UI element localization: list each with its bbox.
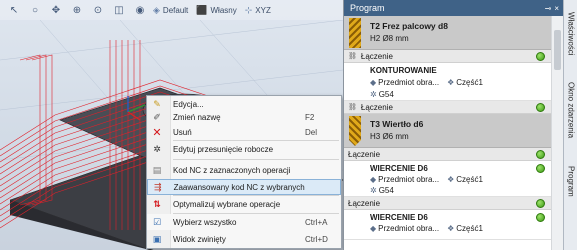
menu-item-advanced-nc[interactable]: ⇶ Zaawansowany kod NC z wybranych [147,179,341,195]
work-offset-icon: ✲ [370,186,377,195]
menu-item-shortcut: Ctrl+D [305,234,328,244]
menu-separator [173,159,339,160]
pin-icon[interactable]: ⊸ [545,4,552,13]
pan-icon[interactable]: ✥ [48,2,64,18]
rename-icon: ✐ [153,111,161,122]
menu-item-select-all[interactable]: ☑ Wybierz wszystko Ctrl+A [147,214,341,230]
tab-event-window[interactable]: Okno zdarzenia [564,70,577,150]
workpiece-icon: ◆ [370,78,377,87]
view-default-button[interactable]: ◈ Default [153,5,188,16]
zoom-in-icon[interactable]: ⊕ [69,2,85,18]
program-panel: Program ⊸ × T2 Frez palcowy d8 H2 Ø8 mm … [343,0,563,250]
collapsed-view-icon: ▣ [152,233,162,244]
advanced-nc-icon: ⇶ [154,181,162,192]
program-tree: T2 Frez palcowy d8 H2 Ø8 mm ⛓ Łączenie K… [344,16,551,250]
link-row[interactable]: ⛓ Łączenie [344,50,551,63]
tool-header[interactable]: T2 Frez palcowy d8 H2 Ø8 mm [344,16,551,50]
scrollbar-thumb[interactable] [554,30,561,70]
context-menu: ✎ Edycja... ✐ Zmień nazwę F2 ✕ Usuń Del … [146,95,342,249]
status-ok-icon [536,199,545,208]
part-icon: ❖ [447,224,455,233]
view-cube-icon[interactable]: ◫ [111,2,127,18]
cube-icon: ◈ [153,4,160,15]
tab-properties[interactable]: Właściwości [564,4,577,64]
camera-icon: ⬛ [196,4,208,15]
link-icon: ⛓ [348,104,357,111]
view-custom-button[interactable]: ⬛ Własny [196,5,236,16]
panel-header: Program ⊸ × [344,0,563,16]
edit-icon: ✎ [153,98,161,109]
close-icon[interactable]: × [554,4,559,13]
nc-code-icon: ▤ [152,164,162,175]
status-ok-icon [536,150,545,159]
view-default-label: Default [162,5,189,15]
status-ok-icon [536,103,545,112]
link-icon: ⛓ [348,53,357,60]
zoom-window-icon[interactable]: ⊙ [90,2,106,18]
work-offset-icon: ✲ [370,90,377,99]
panel-scrollbar[interactable] [551,16,563,250]
axes-icon: ⊹ [244,4,253,15]
panel-title: Program [350,3,385,13]
select-arrow-icon[interactable]: ↖ [6,2,22,18]
rotate-icon[interactable]: ○ [27,2,43,18]
menu-item-work-offset[interactable]: ✲ Edytuj przesunięcie robocze [147,141,341,157]
optimize-icon: ⇅ [153,198,161,209]
link-row[interactable]: Łączenie [344,197,551,210]
menu-item-rename[interactable]: ✐ Zmień nazwę F2 [147,109,341,125]
3d-viewport[interactable]: ↖ ○ ✥ ⊕ ⊙ ◫ ◉ ◈ Default ⬛ Własny ⊹ XYZ ✎… [0,0,343,250]
select-all-icon: ☑ [152,216,162,227]
operation-item[interactable]: WIERCENIE D6 ◆ Przedmiot obra... ❖ Część1 [344,210,551,240]
tool-header[interactable]: T3 Wiertło d6 H3 Ø6 mm [344,114,551,148]
operation-item[interactable]: WIERCENIE D6 ◆ Przedmiot obra... ❖ Część1 … [344,161,551,197]
eye-icon[interactable]: ◉ [132,2,148,18]
link-row[interactable]: Łączenie [344,148,551,161]
drill-tool-icon [349,116,361,146]
tab-program[interactable]: Program [564,156,577,206]
menu-item-delete[interactable]: ✕ Usuń Del [147,124,341,140]
menu-item-optimize[interactable]: ⇅ Optymalizuj wybrane operacje [147,196,341,212]
view-xyz-label: XYZ [255,5,271,15]
link-row[interactable]: ⛓ Łączenie [344,101,551,114]
work-offset-icon: ✲ [153,143,161,154]
menu-item-label: Widok zwinięty [173,234,226,244]
operation-item[interactable]: KONTUROWANIE ◆ Przedmiot obra... ❖ Część1 … [344,63,551,101]
view-xyz-button[interactable]: ⊹ XYZ [245,5,271,16]
menu-item-collapsed-view[interactable]: ▣ Widok zwinięty Ctrl+D [147,231,341,247]
workpiece-icon: ◆ [370,224,377,233]
delete-icon: ✕ [152,126,162,139]
view-custom-label: Własny [210,5,237,15]
mill-tool-icon [349,18,361,48]
side-tabs: Właściwości Okno zdarzenia Program [563,0,577,250]
status-ok-icon [536,52,545,61]
menu-item-nc-code[interactable]: ▤ Kod NC z zaznaczonych operacji [147,162,341,178]
viewport-toolbar: ↖ ○ ✥ ⊕ ⊙ ◫ ◉ ◈ Default ⬛ Własny ⊹ XYZ [0,0,343,20]
part-icon: ❖ [447,78,455,87]
workpiece-icon: ◆ [370,175,377,184]
status-ok-icon [536,213,545,222]
status-ok-icon [536,164,545,173]
part-icon: ❖ [447,175,455,184]
